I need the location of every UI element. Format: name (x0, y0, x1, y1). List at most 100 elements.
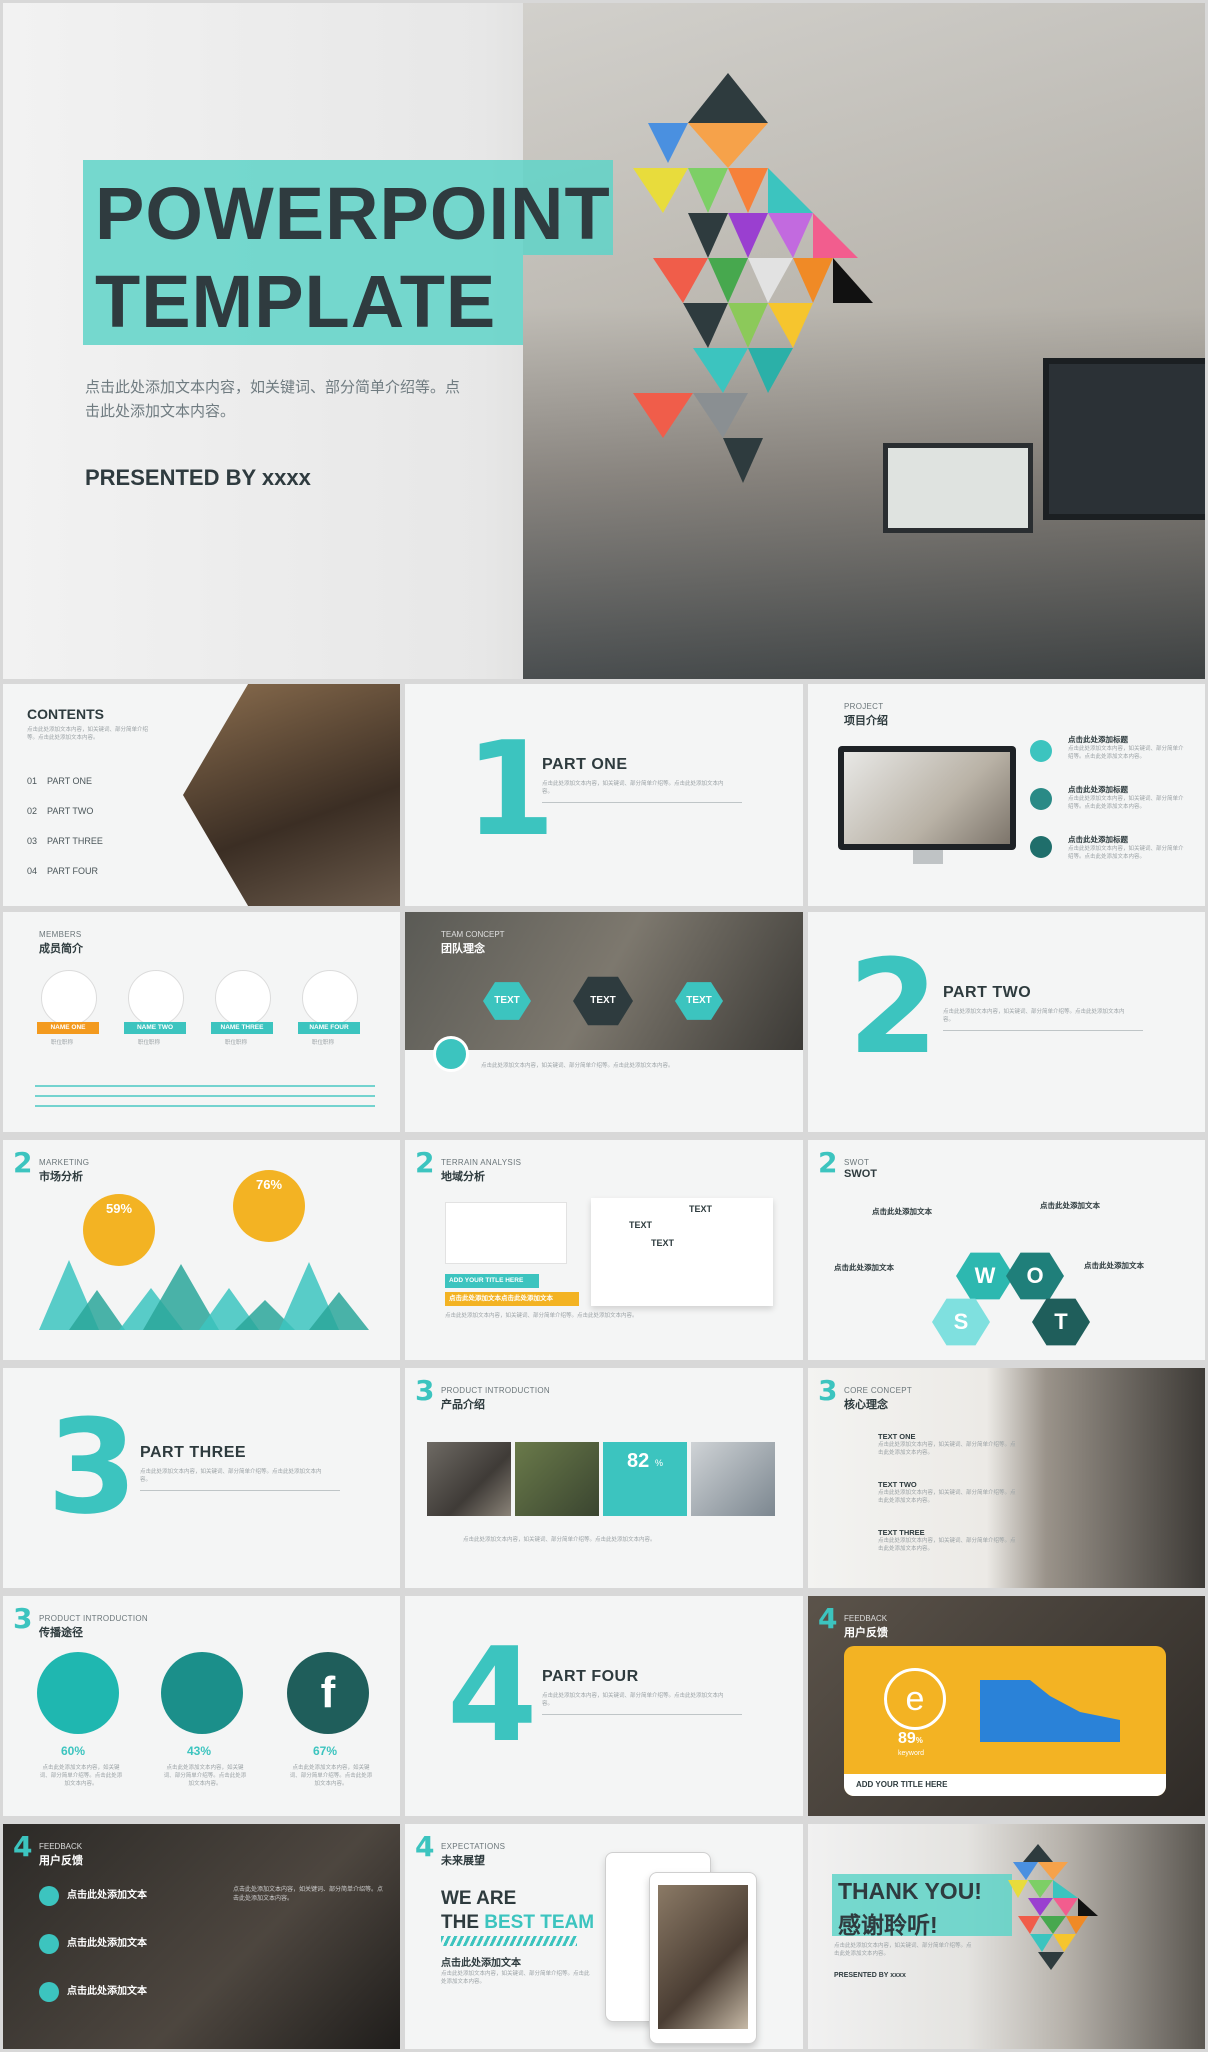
channel-desc-3: 点击此处添加文本内容，如关键词、部分简单介绍等。点击此处添加文本内容。 (289, 1765, 373, 1787)
member-avatar-3 (215, 970, 271, 1026)
contents-item-4[interactable]: 04 PART FOUR (27, 866, 98, 876)
part-three-slide[interactable]: 3 PART THREE 点击此处添加文本内容，如关键词、部分简单介绍等。点击此… (3, 1368, 400, 1588)
document-icon (1030, 740, 1052, 762)
swot-hex-o: O (1006, 1252, 1064, 1300)
core-concept-slide[interactable]: 3 CORE CONCEPT 核心理念 TEXT ONE 点击此处添加文本内容，如… (808, 1368, 1205, 1588)
project-slide[interactable]: PROJECT 项目介绍 点击此处添加标题 点击此处添加文本内容，如关键词、部分简… (808, 684, 1205, 906)
core-item-1: TEXT ONE 点击此处添加文本内容，如关键词、部分简单介绍等。点击此处添加文本… (878, 1432, 1018, 1457)
search-icon (39, 1886, 59, 1906)
expect-sub: 点击此处添加文本 (441, 1958, 521, 1969)
product-desc: 点击此处添加文本内容，如关键词、部分简单介绍等。点击此处添加文本内容。 (463, 1537, 656, 1543)
feedback-chart-slide[interactable]: 4 FEEDBACK 用户反馈 e 89% keyword ADD YOUR T… (808, 1596, 1205, 1816)
marketing-pct-2: 76% (233, 1170, 305, 1242)
thanks-presented-by: PRESENTED BY xxxx (834, 1972, 906, 1979)
part-one-desc: 点击此处添加文本内容，如关键词、部分简单介绍等。点击此处添加文本内容。 (542, 781, 724, 795)
terrain-world-map (591, 1198, 773, 1306)
members-slide[interactable]: MEMBERS 成员简介 NAME ONE NAME TWO NAME THRE… (3, 912, 400, 1132)
part-one-slide[interactable]: 1 PART ONE 点击此处添加文本内容，如关键词、部分简单介绍等。点击此处添… (405, 684, 803, 906)
feedback-btn[interactable]: ADD YOUR TITLE HERE (844, 1774, 1166, 1796)
contents-item-num: 01 (27, 776, 38, 786)
contents-slide[interactable]: CONTENTS 点击此处添加文本内容，如关键词、部分简单介绍等。点击此处添加文… (3, 684, 400, 906)
project-item-title: 点击此处添加标题 (1068, 785, 1128, 794)
swot-label-1: 点击此处添加文本 (872, 1207, 932, 1216)
terrain-bar-chart (445, 1202, 567, 1264)
team-header-cn: 团队理念 (441, 943, 485, 955)
members-header-cn: 成员简介 (39, 943, 83, 955)
project-item-1: 点击此处添加标题 点击此处添加文本内容，如关键词、部分简单介绍等。点击此处添加文本… (1068, 734, 1188, 761)
team-desc: 点击此处添加文本内容，如关键词、部分简单介绍等。点击此处添加文本内容。 (481, 1063, 674, 1069)
product-section-numeral: 3 (415, 1374, 435, 1407)
expectations-slide[interactable]: 4 EXPECTATIONS 未来展望 WE ARE THE BEST TEAM… (405, 1824, 803, 2049)
part-two-slide[interactable]: 2 PART TWO 点击此处添加文本内容，如关键词、部分简单介绍等。点击此处添… (808, 912, 1205, 1132)
terrain-slide[interactable]: 2 TERRAIN ANALYSIS 地域分析 ADD YOUR TITLE H… (405, 1140, 803, 1360)
marketing-section-numeral: 2 (13, 1146, 33, 1179)
weibo-icon (161, 1652, 243, 1734)
tablet-2 (649, 1872, 757, 2044)
member-avatar-4 (302, 970, 358, 1026)
channels-section-numeral: 3 (13, 1602, 33, 1635)
project-item-desc: 点击此处添加文本内容，如关键词、部分简单介绍等。点击此处添加文本内容。 (1068, 796, 1184, 810)
part-four-rule (542, 1714, 742, 1715)
contents-item-label: PART ONE (47, 776, 93, 786)
contents-item-1[interactable]: 01 PART ONE (27, 776, 92, 786)
channels-slide[interactable]: 3 PRODUCT INTRODUCTION 传播途径 f 60% 43% 67… (3, 1596, 400, 1816)
marketing-slide[interactable]: 2 MARKETING 市场分析 59% 76% (3, 1140, 400, 1360)
product-header-en: PRODUCT INTRODUCTION (441, 1386, 550, 1395)
member-role-2: 职位职称 (138, 1040, 161, 1046)
member-role-3: 职位职称 (225, 1040, 248, 1046)
part-four-title: PART FOUR (542, 1668, 639, 1685)
swot-header-en: SWOT (844, 1158, 870, 1167)
feedback-value-unit: % (915, 1736, 923, 1745)
swot-slide[interactable]: 2 SWOT SWOT 点击此处添加文本 点击此处添加文本 点击此处添加文本 点… (808, 1140, 1205, 1360)
user-icon (1030, 836, 1052, 858)
contents-item-3[interactable]: 03 PART THREE (27, 836, 103, 846)
hero-presented-by: PRESENTED BY xxxx (85, 465, 311, 490)
expect-line2-prefix: THE (441, 1912, 485, 1933)
terrain-section-numeral: 2 (415, 1146, 435, 1179)
project-item-title: 点击此处添加标题 (1068, 835, 1128, 844)
contents-desc: 点击此处添加文本内容，如关键词、部分简单介绍等。点击此处添加文本内容。 (27, 727, 149, 741)
project-item-title: 点击此处添加标题 (1068, 735, 1128, 744)
contents-item-num: 04 (27, 866, 38, 876)
feedback2-header-cn: 用户反馈 (39, 1855, 83, 1867)
bell-icon (39, 1982, 59, 2002)
core-item-desc: 点击此处添加文本内容，如关键词、部分简单介绍等。点击此处添加文本内容。 (878, 1490, 1016, 1504)
contents-item-label: PART FOUR (47, 866, 99, 876)
core-item-2: TEXT TWO 点击此处添加文本内容，如关键词、部分简单介绍等。点击此处添加文本… (878, 1480, 1018, 1505)
facebook-icon: f (287, 1652, 369, 1734)
hero-title-line2: TEMPLATE (95, 260, 497, 343)
core-section-numeral: 3 (818, 1374, 838, 1407)
swot-section-numeral: 2 (818, 1146, 838, 1179)
marketing-mountain-chart (39, 1260, 369, 1330)
expect-stripe (441, 1936, 577, 1946)
project-item-desc: 点击此处添加文本内容，如关键词、部分简单介绍等。点击此处添加文本内容。 (1068, 846, 1184, 860)
product-slide[interactable]: 3 PRODUCT INTRODUCTION 产品介绍 82 % 点击此处添加文… (405, 1368, 803, 1588)
part-four-numeral: 4 (447, 1619, 538, 1771)
feedback-list-slide[interactable]: 4 FEEDBACK 用户反馈 点击此处添加文本 点击此处添加文本 点击此处添加… (3, 1824, 400, 2049)
terrain-bar: 点击此处添加文本点击此处添加文本 (445, 1292, 579, 1306)
hero-title-line1: POWERPOINT (95, 172, 611, 255)
message-icon (39, 1934, 59, 1954)
expect-section-numeral: 4 (415, 1830, 435, 1863)
browser-icon: e (884, 1668, 946, 1730)
expect-line1: WE ARE (441, 1888, 517, 1909)
part-one-title: PART ONE (542, 756, 628, 773)
hero-subtitle: 点击此处添加文本内容，如关键词、部分简单介绍等。点击此处添加文本内容。 (85, 379, 461, 420)
thank-you-slide[interactable]: THANK YOU! 感谢聆听! 点击此处添加文本内容，如关键词、部分简单介绍等… (808, 1824, 1205, 2049)
hero-slide[interactable]: POWERPOINT TEMPLATE 点击此处添加文本内容，如关键词、部分简单… (3, 3, 1205, 679)
team-concept-slide[interactable]: TEAM CONCEPT 团队理念 TEXT TEXT TEXT 点击此处添加文… (405, 912, 803, 1132)
part-four-desc: 点击此处添加文本内容，如关键词、部分简单介绍等。点击此处添加文本内容。 (542, 1693, 724, 1707)
part-four-slide[interactable]: 4 PART FOUR 点击此处添加文本内容，如关键词、部分简单介绍等。点击此处… (405, 1596, 803, 1816)
member-skill-bars (35, 1080, 375, 1110)
members-header-en: MEMBERS (39, 930, 82, 939)
core-item-title: TEXT TWO (878, 1480, 917, 1489)
thanks-desc: 点击此处添加文本内容，如关键词、部分简单介绍等。点击此处添加文本内容。 (834, 1943, 972, 1957)
swot-hex-s: S (932, 1298, 990, 1346)
terrain-btn[interactable]: ADD YOUR TITLE HERE (445, 1274, 539, 1288)
core-item-title: TEXT THREE (878, 1528, 925, 1537)
contents-item-2[interactable]: 02 PART TWO (27, 806, 93, 816)
feedback2-desc: 点击此处添加文本内容，如关键词、部分简单介绍等。点击此处添加文本内容。 (233, 1887, 384, 1902)
feedback-value-num: 89 (898, 1730, 916, 1747)
marketing-header-en: MARKETING (39, 1158, 90, 1167)
contents-photo (183, 684, 400, 906)
